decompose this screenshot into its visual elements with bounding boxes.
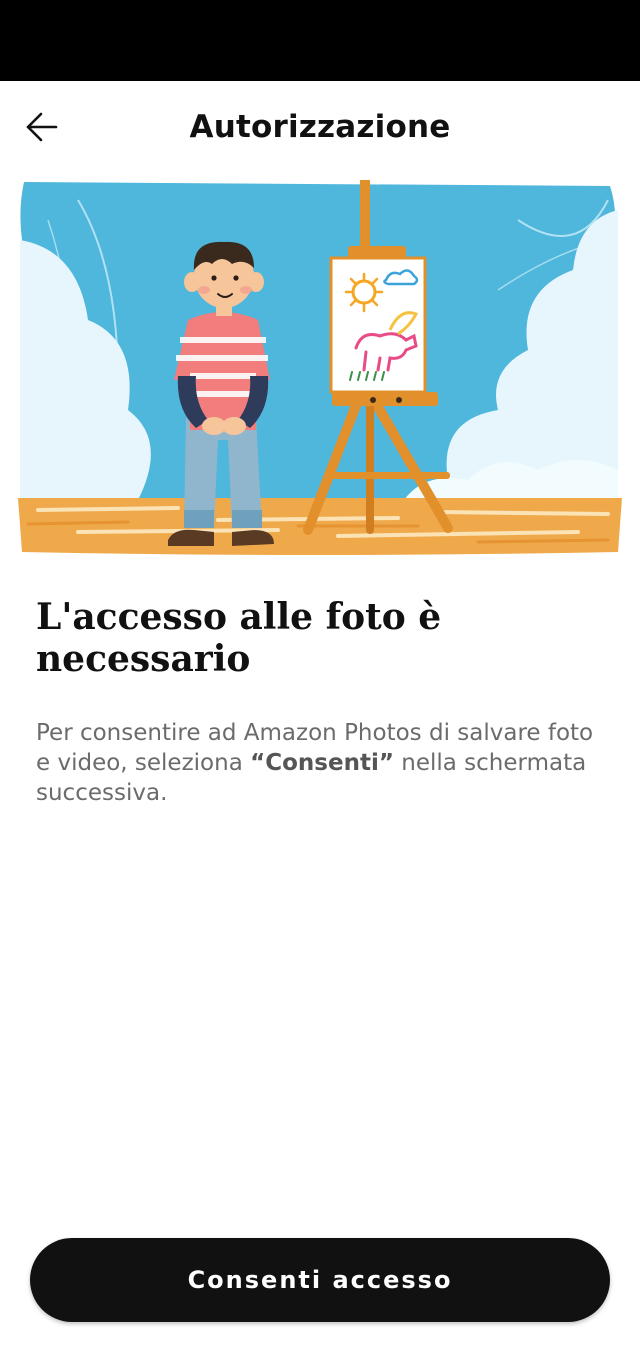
status-bar [0,0,640,81]
allow-access-button[interactable]: Consenti accesso [30,1238,610,1322]
page-title: Autorizzazione [189,109,451,145]
headline: L'accesso alle foto è necessario [36,596,442,680]
description: Per consentire ad Amazon Photos di salva… [36,718,604,808]
app-header: Autorizzazione [0,81,640,181]
description-emphasis: “Consenti” [250,750,394,776]
child-with-easel-illustration [18,180,622,555]
